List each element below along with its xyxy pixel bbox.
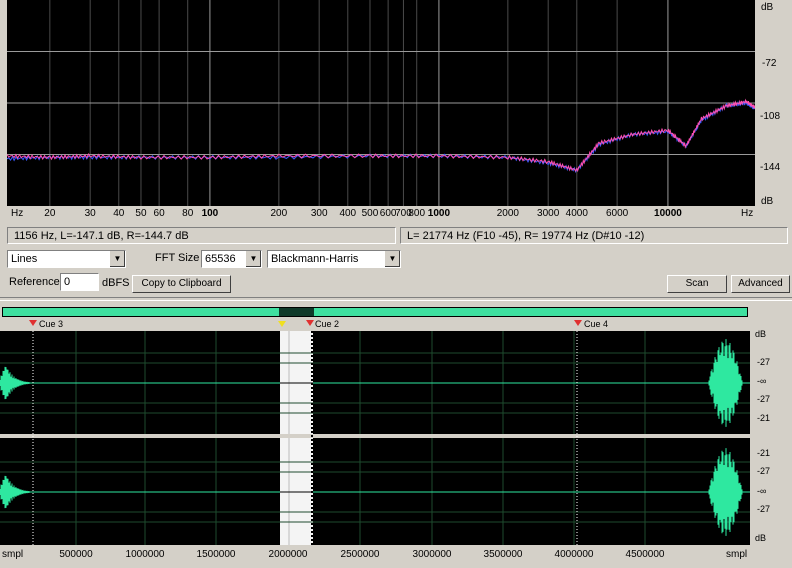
sample-unit-right: smpl — [726, 549, 748, 560]
x-tick-label: 10000 — [654, 208, 682, 219]
cue-marker-icon[interactable] — [306, 320, 314, 326]
sample-tick: 4000000 — [554, 549, 594, 560]
cue-marker-icon[interactable] — [574, 320, 582, 326]
ch2-tick-inf: -∞ — [757, 486, 767, 496]
sample-tick: 3500000 — [483, 549, 523, 560]
waveform-burst — [0, 475, 30, 509]
overview-viewport[interactable] — [279, 308, 314, 316]
cue-4-label: Cue 4 — [584, 319, 609, 329]
peak-readout: L= 21774 Hz (F10 -45), R= 19774 Hz (D#10… — [400, 227, 788, 244]
sample-tick: 2000000 — [268, 549, 308, 560]
window-select[interactable]: Blackmann-Harris ▼ — [267, 250, 401, 268]
x-tick-label: 100 — [201, 208, 219, 219]
fft-size-label: FFT Size — [155, 252, 200, 264]
ch2-tick-27b: -27 — [757, 504, 771, 514]
sample-tick: 3000000 — [412, 549, 452, 560]
chevron-down-icon[interactable]: ▼ — [109, 251, 125, 267]
cue-marker-icon[interactable] — [29, 320, 37, 326]
sample-tick: 2500000 — [340, 549, 380, 560]
ch1-tick-27b: -27 — [757, 394, 771, 404]
selection-start-marker-icon[interactable] — [278, 321, 286, 327]
x-tick-label: 2000 — [496, 208, 519, 219]
reference-label: Reference — [9, 276, 60, 288]
advanced-button[interactable]: Advanced — [731, 275, 790, 293]
reference-unit: dBFS — [102, 277, 130, 289]
sample-tick: 500000 — [59, 549, 93, 560]
cue-2-label: Cue 2 — [315, 319, 340, 329]
x-tick-label: 50 — [135, 208, 147, 219]
waveform-view[interactable] — [0, 331, 750, 545]
fft-size-value: 65536 — [205, 253, 236, 265]
x-tick-label: 400 — [339, 208, 357, 219]
x-tick-label: 200 — [270, 208, 288, 219]
channel-separator — [0, 434, 750, 438]
x-tick-label: 30 — [84, 208, 96, 219]
x-tick-label: 40 — [113, 208, 125, 219]
y-tick-72: -72 — [762, 58, 777, 69]
reference-input[interactable]: 0 — [60, 273, 99, 291]
ch2-tick-21: -21 — [757, 448, 771, 458]
y-tick-108: -108 — [760, 111, 781, 122]
y-unit-top: dB — [761, 2, 774, 13]
x-unit-right: Hz — [741, 208, 754, 219]
cue-ruler[interactable]: Cue 3 Cue 2 Cue 4 — [0, 319, 750, 331]
ch1-tick-21: -21 — [757, 413, 771, 423]
x-tick-label: 4000 — [565, 208, 588, 219]
x-tick-label: 1000 — [427, 208, 451, 219]
ch2-unit: dB — [755, 533, 767, 543]
spectrum-plot[interactable] — [6, 0, 756, 206]
fft-size-select[interactable]: 65536 ▼ — [201, 250, 262, 268]
y-unit-bottom: dB — [761, 196, 774, 207]
x-tick-label: 20 — [44, 208, 56, 219]
ch1-tick-27a: -27 — [757, 357, 771, 367]
copy-to-clipboard-button[interactable]: Copy to Clipboard — [132, 275, 231, 293]
x-tick-label: 800 — [408, 208, 426, 219]
scan-button[interactable]: Scan — [667, 275, 727, 293]
graph-type-select[interactable]: Lines ▼ — [7, 250, 126, 268]
pane-splitter[interactable] — [0, 297, 792, 301]
x-tick-label: 6000 — [605, 208, 629, 219]
waveform-burst — [708, 339, 743, 427]
sample-tick: 1500000 — [196, 549, 236, 560]
sample-tick: 1000000 — [125, 549, 165, 560]
waveform-burst — [0, 366, 30, 400]
ch2-tick-27a: -27 — [757, 466, 771, 476]
chevron-down-icon[interactable]: ▼ — [384, 251, 400, 267]
spectrum-graph — [6, 0, 756, 206]
chevron-down-icon[interactable]: ▼ — [245, 251, 261, 267]
cursor-readout: 1156 Hz, L=-147.1 dB, R=-144.7 dB — [7, 227, 396, 244]
reference-value: 0 — [64, 276, 71, 288]
graph-type-value: Lines — [11, 253, 38, 265]
ch1-unit: dB — [755, 329, 767, 339]
x-tick-label: 3000 — [537, 208, 560, 219]
window-value: Blackmann-Harris — [271, 253, 359, 265]
x-tick-label: 600 — [379, 208, 397, 219]
y-tick-144: -144 — [760, 162, 781, 173]
waveform-burst — [708, 448, 743, 536]
overview-bar[interactable] — [2, 307, 748, 317]
x-unit-left: Hz — [11, 208, 24, 219]
x-tick-label: 80 — [182, 208, 194, 219]
x-tick-label: 60 — [153, 208, 165, 219]
cue-3-label: Cue 3 — [39, 319, 64, 329]
sample-unit-left: smpl — [2, 549, 24, 560]
waveform-graph — [0, 331, 750, 545]
x-tick-label: 500 — [361, 208, 379, 219]
x-tick-label: 300 — [310, 208, 328, 219]
sample-tick: 4500000 — [625, 549, 665, 560]
ch1-tick-inf: -∞ — [757, 376, 767, 386]
